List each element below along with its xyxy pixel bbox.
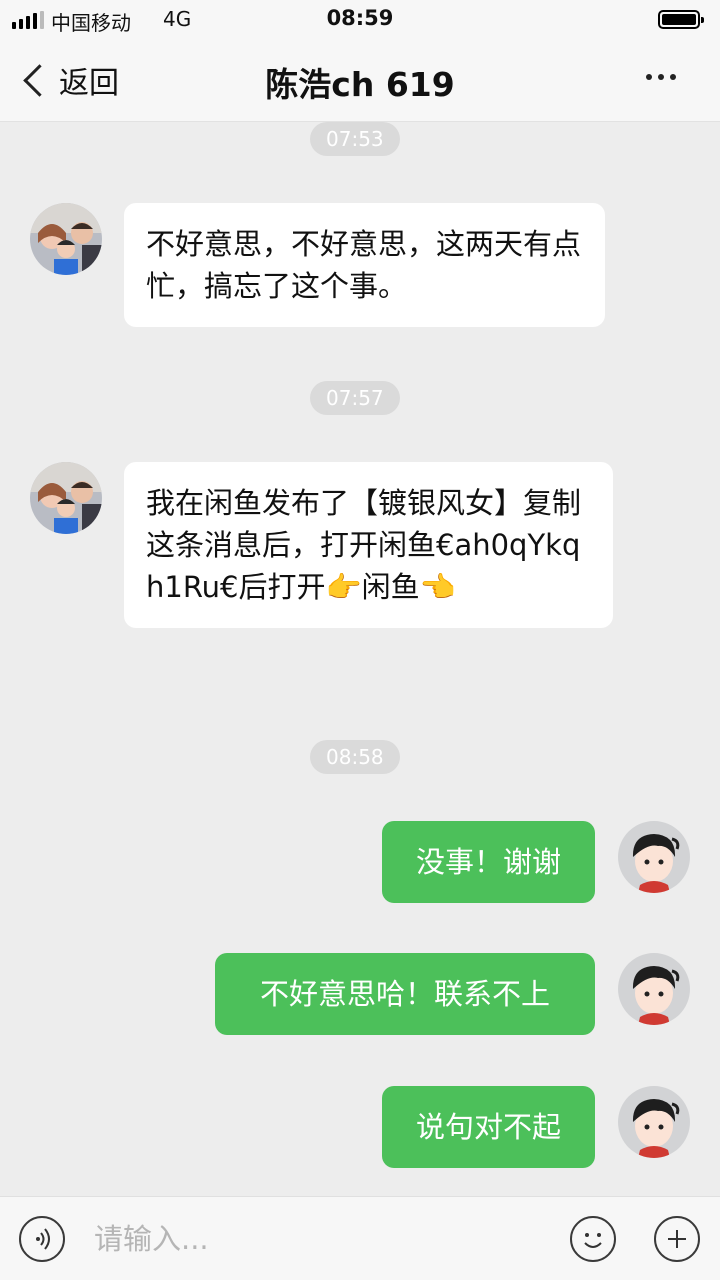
timestamp: 07:53 [310,122,400,156]
user-avatar[interactable] [618,953,690,1025]
voice-icon[interactable] [19,1216,65,1262]
status-bar: 中国移动 4G 08:59 [0,0,720,40]
message-text: 没事！谢谢 [415,845,561,879]
timestamp: 07:57 [310,381,400,415]
status-time: 08:59 [326,6,394,30]
message-text: 不好意思哈！联系不上 [259,977,550,1011]
timestamp: 08:58 [310,740,400,774]
contact-avatar[interactable] [30,462,102,534]
emoji-icon[interactable] [570,1216,616,1262]
outgoing-message[interactable]: 没事！谢谢 [382,821,595,903]
incoming-message[interactable]: 我在闲鱼发布了【镀银风女】复制这条消息后，打开闲鱼€ah0qYkqh1Ru€后打… [124,462,613,628]
chat-title: 陈浩ch 619 [265,65,455,104]
nav-bar: 返回 陈浩ch 619 [0,40,720,122]
battery-icon [658,10,704,29]
input-bar [0,1196,720,1280]
outgoing-message[interactable]: 说句对不起 [382,1086,595,1168]
message-input[interactable] [86,1211,562,1267]
add-icon[interactable] [654,1216,700,1262]
contact-avatar[interactable] [30,203,102,275]
incoming-message[interactable]: 不好意思，不好意思，这两天有点忙，搞忘了这个事。 [124,203,605,327]
message-text: 不好意思，不好意思，这两天有点忙，搞忘了这个事。 [146,227,582,303]
message-text: 说句对不起 [415,1110,561,1144]
more-icon[interactable] [646,74,676,80]
user-avatar[interactable] [618,1086,690,1158]
message-text: 我在闲鱼发布了【镀银风女】复制这条消息后，打开闲鱼€ah0qYkqh1Ru€后打… [146,486,582,604]
outgoing-message[interactable]: 不好意思哈！联系不上 [215,953,595,1035]
user-avatar[interactable] [618,821,690,893]
